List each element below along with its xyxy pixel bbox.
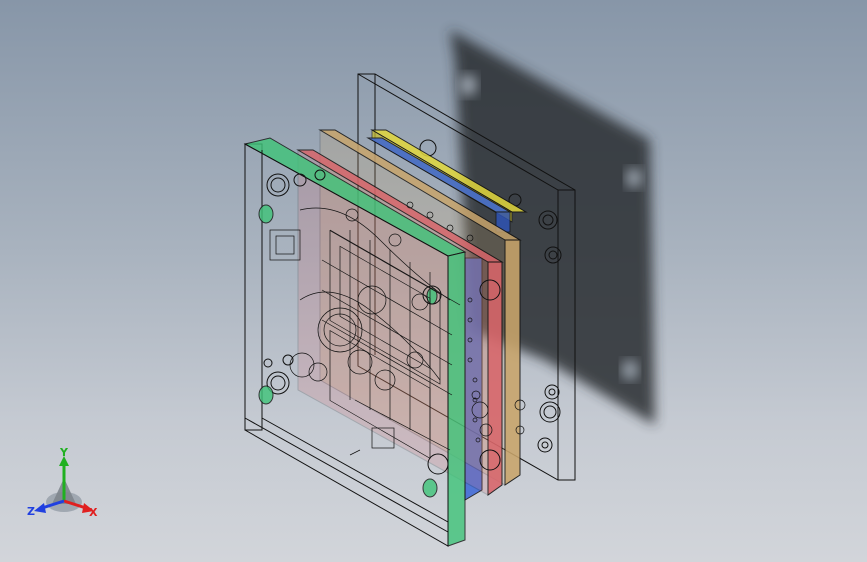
z-axis-arrow [34,503,46,513]
shadow-hole [622,360,638,380]
shadow-hole [626,168,642,188]
shadow-hole [459,74,477,96]
z-axis-label: Z [27,505,35,518]
view-orientation-triad-icon[interactable]: Y X Z [22,446,106,522]
y-axis-label: Y [59,446,69,459]
graphics-viewport[interactable]: Y X Z [0,0,867,562]
x-axis-label: X [89,506,98,519]
mold-assembly-model[interactable] [0,0,867,562]
